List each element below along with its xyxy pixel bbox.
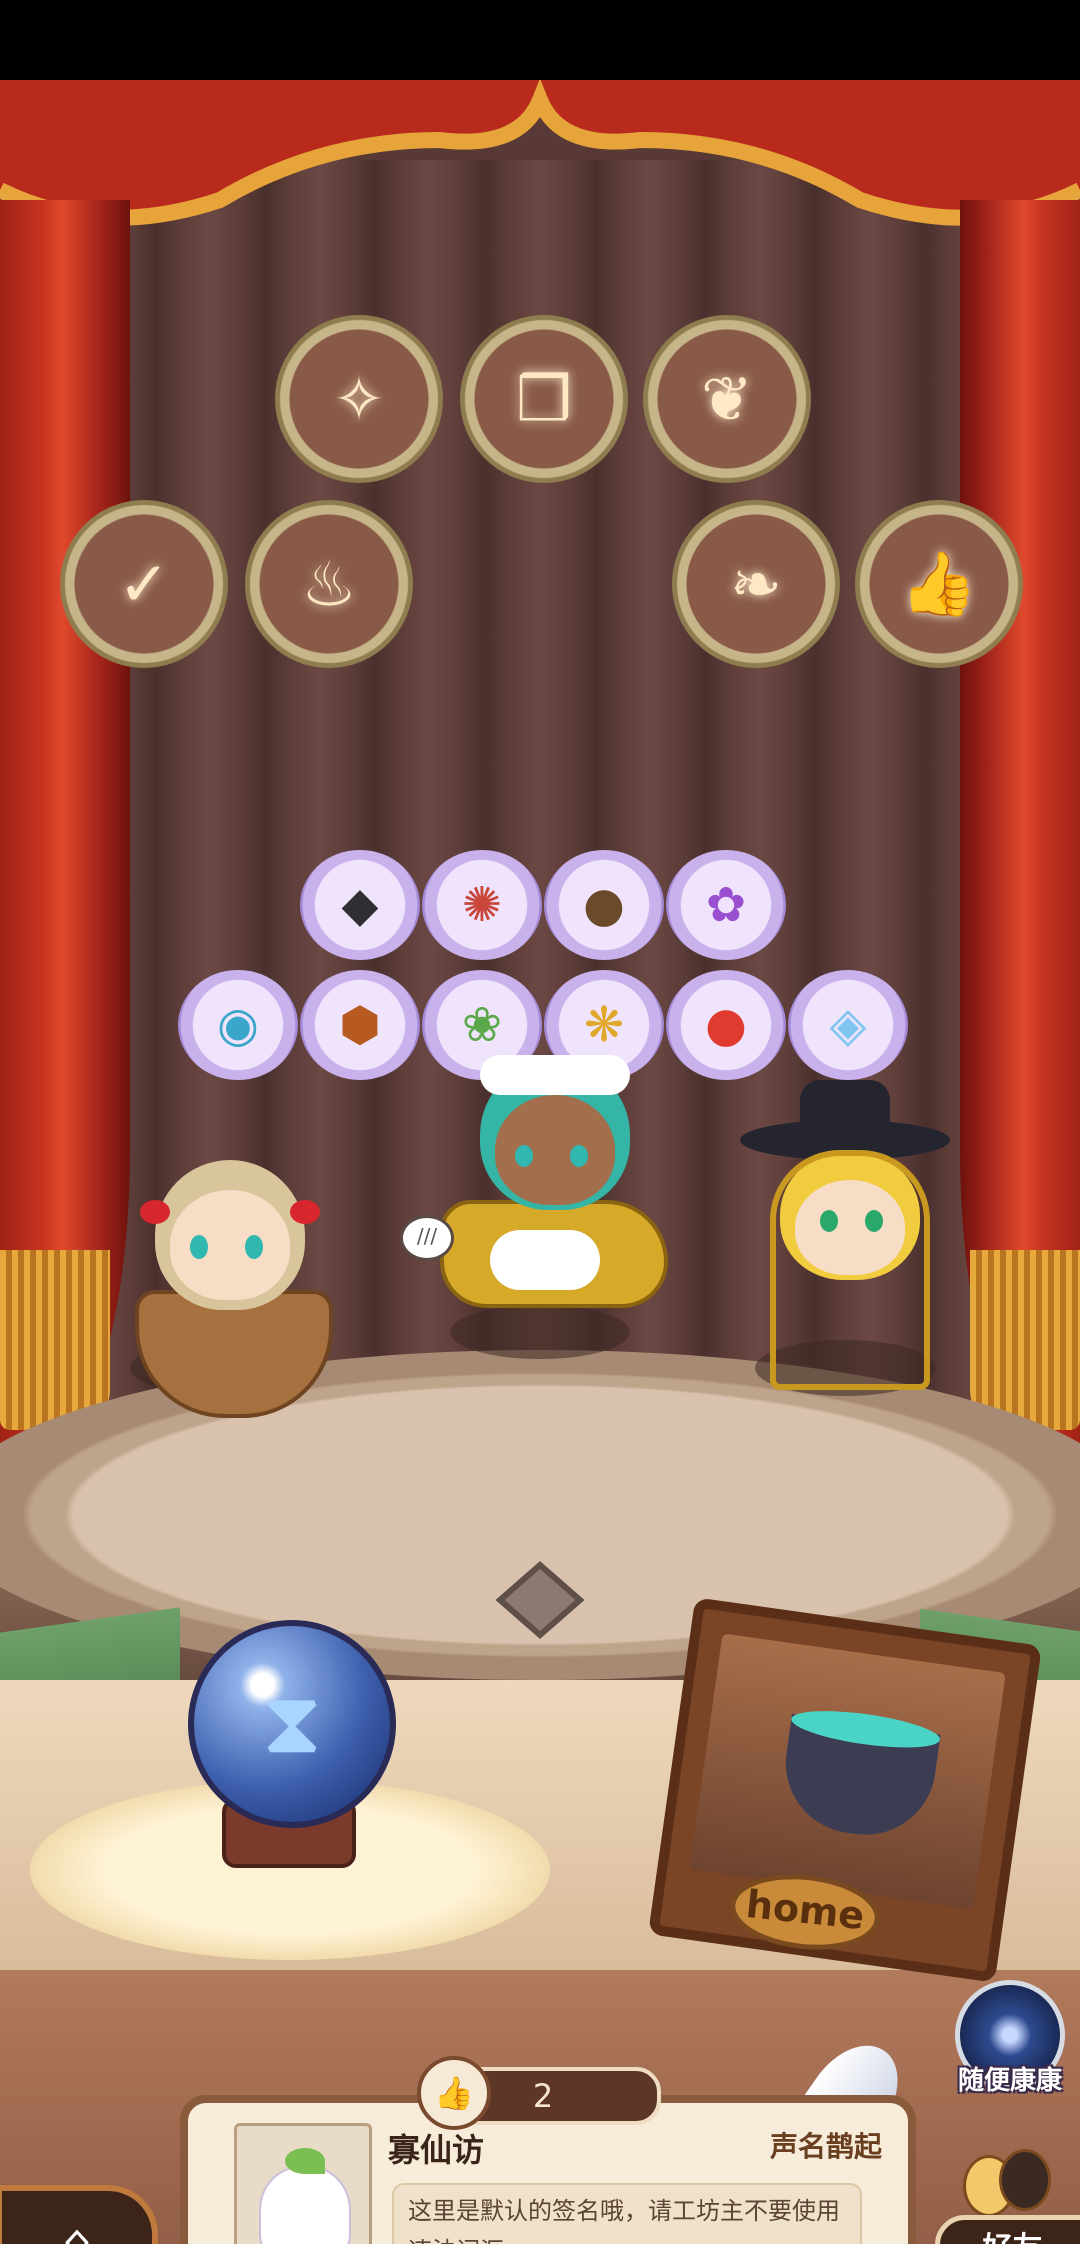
crystal-item[interactable]: ◈ xyxy=(788,970,908,1080)
crystal-item-icon: ◈ xyxy=(829,997,867,1053)
curtain-fringe-left xyxy=(0,1250,110,1430)
gem-amulet-item-icon: ◉ xyxy=(217,997,259,1053)
sprout-badge[interactable]: ❦ xyxy=(643,315,811,483)
stage-ornament xyxy=(495,1561,585,1639)
black-stone-item[interactable]: ◆ xyxy=(300,850,420,960)
certificate-badge-icon: ✓ xyxy=(118,547,170,621)
book-badge[interactable]: ❒ xyxy=(460,315,628,483)
gem-amulet-item[interactable]: ◉ xyxy=(178,970,298,1080)
workshop-name: 寡仙访 xyxy=(388,2131,485,2169)
book-badge-icon: ❒ xyxy=(516,362,572,436)
black-stone-item-icon: ◆ xyxy=(341,877,379,933)
curtain-valance xyxy=(0,80,1080,226)
friends-button[interactable]: 好友 xyxy=(935,2215,1080,2244)
ghost-avatar-icon xyxy=(259,2166,351,2244)
thumbs-up-icon[interactable]: 👍 xyxy=(417,2056,491,2130)
purple-flower-item-icon: ✿ xyxy=(705,877,747,933)
thumbs-up-badge[interactable]: 👍 xyxy=(855,500,1023,668)
witch-character-in-cage[interactable] xyxy=(730,1080,970,1400)
amber-rock-item-icon: ⬢ xyxy=(339,997,381,1053)
dancer-badge[interactable]: ✧ xyxy=(275,315,443,483)
workshop-stage-scene: ✧ ❒ ❦ ✓ ♨ ❧ 👍 ◆ ✺ ● ✿ ◉ ⬢ ❀ ❋ ● ◈ /// ⧗ … xyxy=(0,80,1080,2244)
tomato-item-icon: ● xyxy=(705,997,747,1053)
cauldron-picture xyxy=(689,1633,1006,1909)
red-coral-item-icon: ✺ xyxy=(461,877,503,933)
cauldron-badge[interactable]: ♨ xyxy=(245,500,413,668)
thumbs-up-badge-icon: 👍 xyxy=(900,547,978,620)
hourglass-icon: ⧗ xyxy=(261,1673,323,1773)
signature-text[interactable]: 这里是默认的签名哦，请工坊主不要使用违法词汇~ xyxy=(392,2183,862,2244)
hourglass-orb-button[interactable]: ⧗ xyxy=(188,1620,396,1828)
genie-character-on-lamp[interactable] xyxy=(420,1040,670,1360)
tomato-item[interactable]: ● xyxy=(666,970,786,1080)
red-coral-item[interactable]: ✺ xyxy=(422,850,542,960)
status-bar xyxy=(0,0,1080,80)
speech-bubble-icon: /// xyxy=(400,1215,454,1261)
friends-chicks-icon[interactable] xyxy=(955,2145,1055,2225)
purple-flower-item[interactable]: ✿ xyxy=(666,850,786,960)
fame-title: 声名鹊起 xyxy=(769,2130,882,2163)
avatar[interactable] xyxy=(234,2123,372,2244)
leaf-pattern-badge-icon: ❧ xyxy=(730,547,782,621)
certificate-badge[interactable]: ✓ xyxy=(60,500,228,668)
home-icon: ⌂ xyxy=(62,2214,92,2244)
curtain-fringe-right xyxy=(970,1250,1080,1430)
random-visit-label[interactable]: 随便康康 xyxy=(940,2060,1080,2097)
home-button[interactable]: ⌂ xyxy=(0,2185,158,2244)
sprout-badge-icon: ❦ xyxy=(701,362,753,436)
maid-character-in-basket[interactable] xyxy=(125,1140,335,1440)
dancer-badge-icon: ✧ xyxy=(333,362,385,436)
cauldron-badge-icon: ♨ xyxy=(301,547,357,621)
leaf-pattern-badge[interactable]: ❧ xyxy=(672,500,840,668)
ore-pile-item[interactable]: ● xyxy=(544,850,664,960)
ore-pile-item-icon: ● xyxy=(583,877,625,933)
amber-rock-item[interactable]: ⬢ xyxy=(300,970,420,1080)
